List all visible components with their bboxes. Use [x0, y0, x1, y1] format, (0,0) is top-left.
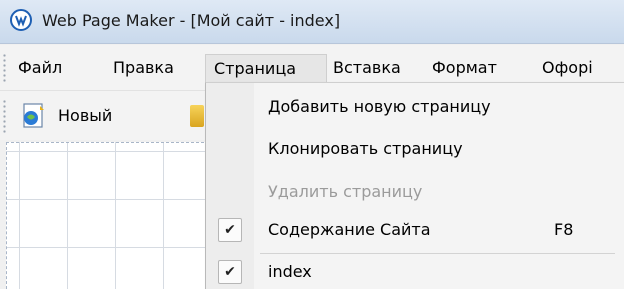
- menu-page[interactable]: Страница: [205, 54, 327, 82]
- check-icon: ✔: [218, 260, 242, 284]
- menu-item-label: Добавить новую страницу: [268, 97, 491, 116]
- open-folder-icon[interactable]: [190, 105, 204, 127]
- menu-item-delete-page: Удалить страницу: [206, 175, 624, 209]
- menu-item-clone-page[interactable]: Клонировать страницу: [206, 132, 624, 166]
- menu-item-label: Содержание Сайта: [268, 220, 431, 239]
- menubar-grip[interactable]: [3, 53, 6, 83]
- window-title: Web Page Maker - [Мой сайт - index]: [42, 11, 341, 30]
- menu-item-page-index[interactable]: ✔ index: [206, 255, 624, 289]
- menu-item-label: Клонировать страницу: [268, 139, 463, 158]
- menu-insert[interactable]: Вставка: [333, 54, 401, 82]
- menu-design[interactable]: Офорі: [542, 54, 593, 82]
- menu-item-shortcut: F8: [554, 220, 574, 239]
- toolbar-grip[interactable]: [3, 99, 6, 133]
- menu-separator: [260, 253, 615, 254]
- new-page-icon[interactable]: [20, 103, 48, 129]
- menu-item-site-contents[interactable]: ✔ Содержание Сайта F8: [206, 213, 624, 247]
- menu-item-add-page[interactable]: Добавить новую страницу: [206, 90, 624, 124]
- menu-item-label: Удалить страницу: [268, 182, 423, 201]
- menu-format[interactable]: Формат: [432, 54, 497, 82]
- menu-item-label: index: [268, 262, 312, 281]
- title-bar: Web Page Maker - [Мой сайт - index]: [0, 0, 624, 44]
- check-icon: ✔: [218, 218, 242, 242]
- menu-edit[interactable]: Правка: [113, 54, 174, 82]
- app-window: Web Page Maker - [Мой сайт - index] Файл…: [0, 0, 624, 289]
- menu-file[interactable]: Файл: [18, 54, 62, 82]
- app-logo-icon[interactable]: [10, 9, 32, 31]
- new-button-label[interactable]: Новый: [58, 106, 112, 125]
- page-menu-dropdown: Добавить новую страницу Клонировать стра…: [205, 82, 624, 289]
